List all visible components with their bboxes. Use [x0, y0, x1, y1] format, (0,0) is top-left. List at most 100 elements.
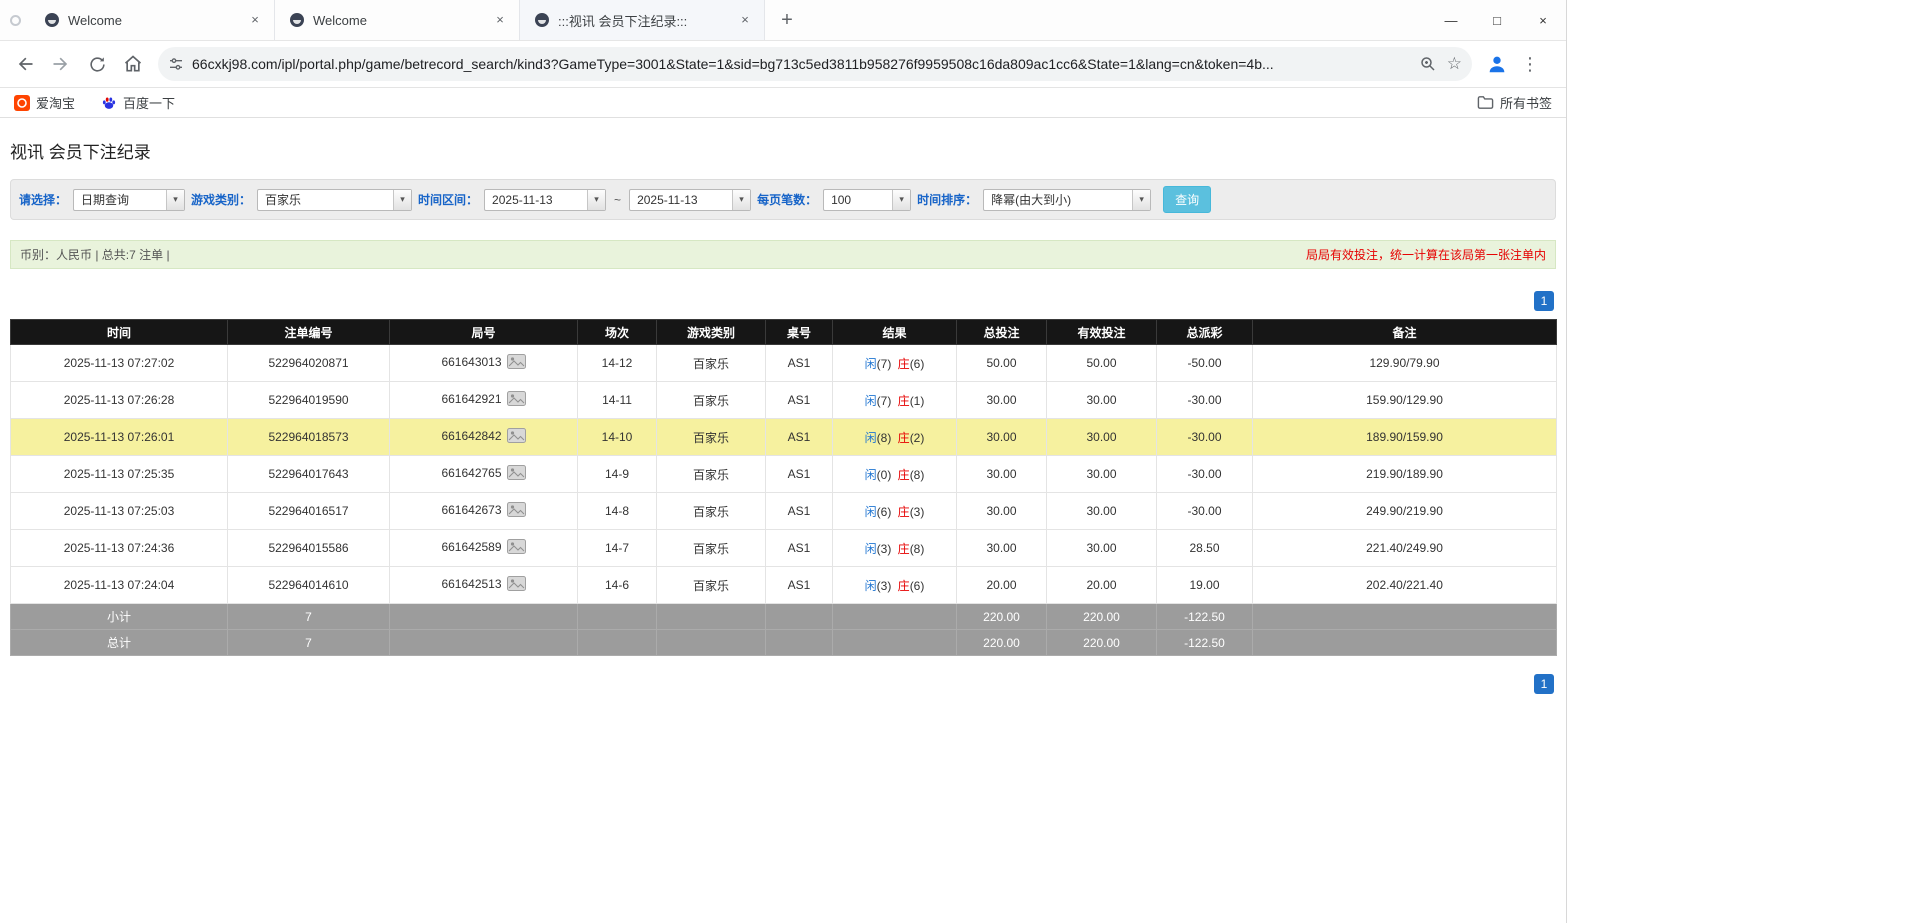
picture-icon — [507, 539, 526, 554]
browser-menu-button[interactable]: ⋮ — [1516, 54, 1544, 75]
maximize-button[interactable]: □ — [1474, 0, 1520, 40]
cell-total-bet[interactable]: 30.00 — [957, 530, 1047, 567]
profile-avatar[interactable] — [1480, 47, 1514, 81]
cell-time: 2025-11-13 07:25:03 — [11, 493, 228, 530]
round-snapshot-button[interactable] — [507, 539, 526, 557]
cell-time: 2025-11-13 07:24:04 — [11, 567, 228, 604]
cell-total-bet[interactable]: 30.00 — [957, 456, 1047, 493]
tab-bet-records[interactable]: :::视讯 会员下注纪录::: × — [520, 0, 765, 40]
cell-session: 14-8 — [578, 493, 657, 530]
tab-title: Welcome — [68, 13, 238, 28]
tab-close-icon[interactable]: × — [246, 11, 264, 29]
minimize-button[interactable]: — — [1428, 0, 1474, 40]
cell-game-type: 百家乐 — [657, 530, 766, 567]
new-tab-button[interactable]: + — [773, 6, 801, 34]
bet-record-row: 2025-11-13 07:25:35 522964017643 6616427… — [11, 456, 1557, 493]
site-info-icon[interactable] — [168, 56, 184, 72]
cell-result: 闲(7) 庄(1) — [833, 382, 957, 419]
banker-result: 庄 — [898, 579, 910, 593]
pagination-top: 1 — [12, 291, 1554, 311]
tab-favicon-globe-icon — [44, 12, 60, 28]
zoom-icon[interactable] — [1419, 55, 1437, 73]
page-number-button[interactable]: 1 — [1534, 291, 1554, 311]
cell-bet-id: 522964019590 — [228, 382, 390, 419]
home-button[interactable] — [116, 47, 150, 81]
all-bookmarks-button[interactable]: 所有书签 — [1477, 93, 1552, 112]
chevron-down-icon[interactable]: ▾ — [892, 190, 910, 210]
chevron-down-icon[interactable]: ▾ — [587, 190, 605, 210]
bookmark-star-icon[interactable]: ☆ — [1447, 54, 1462, 74]
round-snapshot-button[interactable] — [507, 354, 526, 372]
player-score: (7) — [877, 357, 892, 371]
cell-result: 闲(3) 庄(8) — [833, 530, 957, 567]
chevron-down-icon[interactable]: ▾ — [732, 190, 750, 210]
tab-search-button[interactable] — [0, 15, 30, 26]
all-bookmarks-label: 所有书签 — [1500, 93, 1552, 112]
round-id-text: 661642513 — [441, 577, 501, 591]
round-snapshot-button[interactable] — [507, 576, 526, 594]
query-type-select[interactable]: 日期查询 ▾ — [73, 189, 185, 211]
bookmark-baidu[interactable]: 百度一下 — [101, 93, 175, 112]
header-valid-bet: 有效投注 — [1047, 320, 1157, 345]
round-snapshot-button[interactable] — [507, 502, 526, 520]
header-total-bet: 总投注 — [957, 320, 1047, 345]
picture-icon — [507, 428, 526, 443]
picture-icon — [507, 502, 526, 517]
cell-result: 闲(0) 庄(8) — [833, 456, 957, 493]
sort-order-select[interactable]: 降幂(由大到小) ▾ — [983, 189, 1151, 211]
cell-session: 14-6 — [578, 567, 657, 604]
game-type-label: 游戏类别： — [191, 191, 251, 208]
round-snapshot-button[interactable] — [507, 465, 526, 483]
empty-cell — [1253, 604, 1557, 630]
close-button[interactable]: × — [1520, 0, 1566, 40]
aitaobao-icon — [14, 95, 30, 111]
grand-total-total-bet: 220.00 — [957, 630, 1047, 656]
cell-total-bet[interactable]: 20.00 — [957, 567, 1047, 604]
tab-welcome-2[interactable]: Welcome × — [275, 0, 520, 40]
banker-score: (3) — [910, 505, 925, 519]
page-size-select[interactable]: 100 ▾ — [823, 189, 911, 211]
cell-total-bet[interactable]: 30.00 — [957, 493, 1047, 530]
tab-close-icon[interactable]: × — [491, 11, 509, 29]
empty-cell — [578, 630, 657, 656]
cell-table-no: AS1 — [766, 382, 833, 419]
game-type-select[interactable]: 百家乐 ▾ — [257, 189, 412, 211]
refresh-button[interactable] — [80, 47, 114, 81]
header-remark: 备注 — [1253, 320, 1557, 345]
cell-total-bet[interactable]: 30.00 — [957, 382, 1047, 419]
cell-payout: 28.50 — [1157, 530, 1253, 567]
cell-session: 14-12 — [578, 345, 657, 382]
cell-total-bet[interactable]: 30.00 — [957, 419, 1047, 456]
empty-cell — [766, 630, 833, 656]
forward-button[interactable] — [44, 47, 78, 81]
window-controls: — □ × — [1428, 0, 1566, 40]
search-button[interactable]: 查询 — [1163, 186, 1211, 213]
chevron-down-icon[interactable]: ▾ — [393, 190, 411, 210]
banker-result: 庄 — [898, 505, 910, 519]
round-snapshot-button[interactable] — [507, 428, 526, 446]
tab-close-icon[interactable]: × — [736, 11, 754, 29]
round-id-text: 661642842 — [441, 429, 501, 443]
back-button[interactable] — [8, 47, 42, 81]
cell-session: 14-9 — [578, 456, 657, 493]
chevron-down-icon[interactable]: ▾ — [1132, 190, 1150, 210]
page-number-button[interactable]: 1 — [1534, 674, 1554, 694]
cell-valid-bet: 50.00 — [1047, 345, 1157, 382]
cell-round-id: 661642765 — [390, 456, 578, 493]
bet-record-row: 2025-11-13 07:24:04 522964014610 6616425… — [11, 567, 1557, 604]
chevron-down-icon[interactable]: ▾ — [166, 190, 184, 210]
header-table-no: 桌号 — [766, 320, 833, 345]
date-from-select[interactable]: 2025-11-13 ▾ — [484, 189, 606, 211]
cell-game-type: 百家乐 — [657, 567, 766, 604]
cell-valid-bet: 30.00 — [1047, 382, 1157, 419]
cell-time: 2025-11-13 07:26:28 — [11, 382, 228, 419]
bookmark-aitaobao[interactable]: 爱淘宝 — [14, 93, 75, 112]
cell-total-bet[interactable]: 50.00 — [957, 345, 1047, 382]
address-bar[interactable]: 66cxkj98.com/ipl/portal.php/game/betreco… — [158, 47, 1472, 81]
cell-result: 闲(7) 庄(6) — [833, 345, 957, 382]
date-to-select[interactable]: 2025-11-13 ▾ — [629, 189, 751, 211]
picture-icon — [507, 576, 526, 591]
tab-welcome-1[interactable]: Welcome × — [30, 0, 275, 40]
round-snapshot-button[interactable] — [507, 391, 526, 409]
grand-total-valid-bet: 220.00 — [1047, 630, 1157, 656]
